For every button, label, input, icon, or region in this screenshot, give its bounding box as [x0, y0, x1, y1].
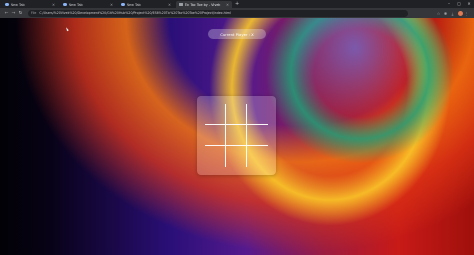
- close-window-button[interactable]: ✕: [464, 0, 474, 8]
- chrome-favicon-icon: [63, 2, 67, 7]
- mouse-cursor-icon: [65, 26, 69, 32]
- new-tab-button[interactable]: +: [235, 1, 239, 8]
- chrome-favicon-icon: [5, 2, 9, 7]
- toolbar-icons: ☆ ✱ ⤓ ⋮: [435, 10, 474, 16]
- browser-toolbar: ← → ↻ File C:/Users/%20Vivek%20/Developm…: [0, 8, 474, 18]
- tab-strip: New Tab ✕ New Tab ✕ New Tab ✕ Tic Tac To…: [0, 0, 474, 8]
- window-controls: – ▢ ✕: [444, 0, 474, 8]
- current-player-indicator: Current Player : X: [208, 29, 266, 39]
- tic-tac-toe-board: [205, 104, 268, 167]
- reload-icon[interactable]: ↻: [17, 11, 24, 16]
- tab-label: New Tab: [68, 2, 83, 7]
- tab-close-icon[interactable]: ✕: [226, 3, 229, 7]
- star-icon[interactable]: ☆: [435, 11, 442, 16]
- minimize-button[interactable]: –: [444, 0, 454, 8]
- board-cell-8[interactable]: [226, 146, 247, 167]
- download-icon[interactable]: ⤓: [449, 11, 456, 16]
- chrome-favicon-icon: [121, 2, 125, 7]
- current-player-label: Current Player : X: [220, 31, 254, 37]
- forward-icon[interactable]: →: [10, 11, 17, 16]
- extensions-icon[interactable]: ✱: [442, 11, 449, 16]
- menu-icon[interactable]: ⋮: [463, 11, 470, 16]
- board-cell-9[interactable]: [247, 146, 268, 167]
- tab-tic-tac-toe[interactable]: Tic Tac Toe by - Vivek ✕: [176, 1, 232, 8]
- file-scheme-label: File: [31, 11, 37, 15]
- back-icon[interactable]: ←: [3, 11, 10, 16]
- page-viewport: Current Player : X: [0, 18, 474, 255]
- browser-window: New Tab ✕ New Tab ✕ New Tab ✕ Tic Tac To…: [0, 0, 474, 255]
- board-cell-2[interactable]: [226, 104, 247, 125]
- tab-new-tab-3[interactable]: New Tab ✕: [118, 1, 174, 8]
- tab-new-tab-1[interactable]: New Tab ✕: [2, 1, 58, 8]
- address-bar[interactable]: File C:/Users/%20Vivek%20/Development%20…: [28, 9, 408, 17]
- board-cell-4[interactable]: [205, 125, 226, 146]
- tab-close-icon[interactable]: ✕: [110, 3, 113, 7]
- board-cell-5[interactable]: [226, 125, 247, 146]
- board-cell-6[interactable]: [247, 125, 268, 146]
- board-cell-1[interactable]: [205, 104, 226, 125]
- tab-label: Tic Tac Toe by - Vivek: [184, 2, 221, 7]
- board-card: [197, 96, 276, 175]
- tab-label: New Tab: [10, 2, 25, 7]
- tab-close-icon[interactable]: ✕: [168, 3, 171, 7]
- tab-label: New Tab: [126, 2, 141, 7]
- board-cell-7[interactable]: [205, 146, 226, 167]
- tab-close-icon[interactable]: ✕: [52, 3, 55, 7]
- document-favicon-icon: [179, 2, 183, 7]
- maximize-button[interactable]: ▢: [454, 0, 464, 8]
- board-cell-3[interactable]: [247, 104, 268, 125]
- address-url[interactable]: C:/Users/%20Vivek%20/Development%20/Git%…: [39, 11, 231, 15]
- tab-new-tab-2[interactable]: New Tab ✕: [60, 1, 116, 8]
